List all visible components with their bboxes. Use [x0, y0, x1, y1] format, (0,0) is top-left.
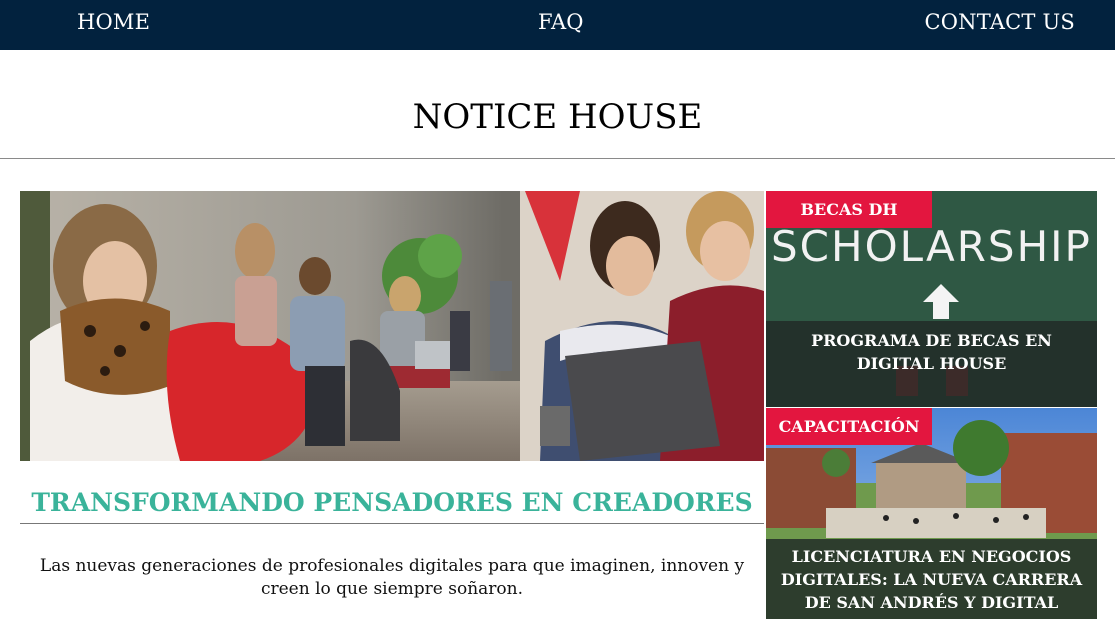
- category-badge: BECAS DH: [766, 191, 932, 228]
- nav-contact-link[interactable]: CONTACT US: [924, 10, 1075, 34]
- nav-home-link[interactable]: HOME: [77, 10, 150, 34]
- top-navigation: HOME FAQ CONTACT US: [0, 0, 1115, 50]
- featured-article-title[interactable]: TRANSFORMANDO PENSADORES EN CREADORES: [20, 488, 764, 517]
- chalkboard-text: SCHOLARSHIP: [771, 222, 1092, 271]
- featured-title-divider: [20, 523, 764, 524]
- students-photo-icon: [20, 191, 764, 461]
- featured-article-image[interactable]: [20, 191, 764, 461]
- news-card-becas[interactable]: SCHOLARSHIP BECAS DH PROGRAMA DE BECAS E…: [766, 191, 1097, 407]
- category-badge: CAPACITACIÓN: [766, 408, 932, 445]
- title-divider: [0, 158, 1115, 159]
- card-title[interactable]: LICENCIATURA EN NEGOCIOS DIGITALES: LA N…: [766, 539, 1097, 619]
- card-title[interactable]: PROGRAMA DE BECAS EN DIGITAL HOUSE: [766, 321, 1097, 407]
- featured-article-summary: Las nuevas generaciones de profesionales…: [39, 556, 745, 599]
- site-title: NOTICE HOUSE: [412, 97, 703, 137]
- news-card-capacitacion[interactable]: CAPACITACIÓN LICENCIATURA EN NEGOCIOS DI…: [766, 408, 1097, 619]
- nav-faq-link[interactable]: FAQ: [538, 10, 584, 34]
